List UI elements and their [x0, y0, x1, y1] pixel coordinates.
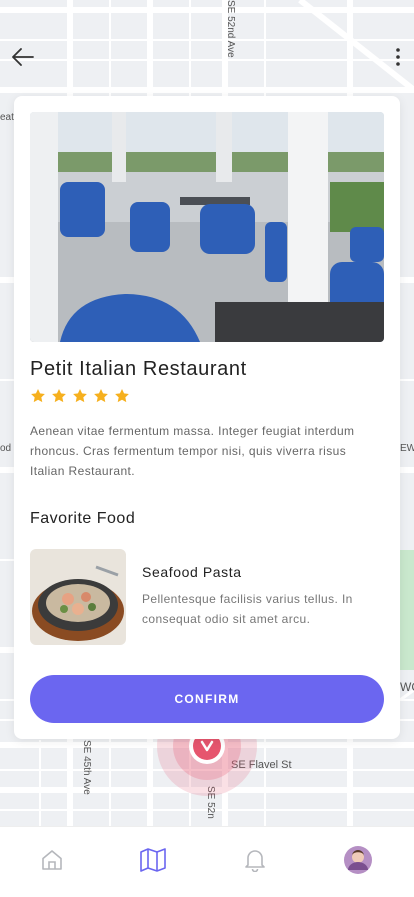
star-icon	[31, 389, 45, 403]
arrow-left-icon	[12, 48, 34, 66]
star-icon	[52, 389, 66, 403]
nav-map[interactable]	[138, 845, 168, 875]
food-photo[interactable]	[30, 549, 126, 645]
restaurant-name: Petit Italian Restaurant	[30, 358, 247, 380]
bell-icon	[245, 850, 265, 872]
restaurant-card: Petit Italian Restaurant Aenean vitae fe…	[14, 96, 400, 739]
rating-stars	[30, 388, 130, 404]
more-vertical-icon	[396, 48, 400, 66]
back-button[interactable]	[8, 42, 38, 72]
street-label: eat	[0, 112, 14, 123]
star-icon	[94, 389, 108, 403]
map-icon	[140, 848, 166, 872]
bottom-nav	[0, 826, 414, 897]
restaurant-photo	[30, 112, 384, 342]
street-label: SE 52nd Ave	[225, 0, 236, 58]
nav-notifications[interactable]	[240, 845, 270, 875]
food-description: Pellentesque facilisis varius tellus. In…	[142, 592, 353, 626]
street-label: SE 45th Ave	[81, 740, 92, 795]
star-icon	[115, 389, 129, 403]
avatar	[344, 846, 372, 874]
more-options-button[interactable]	[388, 42, 408, 72]
confirm-button[interactable]: CONFIRM	[30, 675, 384, 723]
street-label: EW	[400, 443, 414, 454]
nav-profile[interactable]	[343, 845, 373, 875]
home-icon	[42, 850, 62, 870]
food-name: Seafood Pasta	[142, 564, 242, 580]
nav-home[interactable]	[37, 845, 67, 875]
star-icon	[73, 389, 87, 403]
street-label: od	[0, 443, 12, 454]
street-label: WC	[400, 680, 414, 694]
restaurant-description: Aenean vitae fermentum massa. Integer fe…	[30, 424, 355, 478]
favorite-food-heading: Favorite Food	[30, 510, 136, 527]
